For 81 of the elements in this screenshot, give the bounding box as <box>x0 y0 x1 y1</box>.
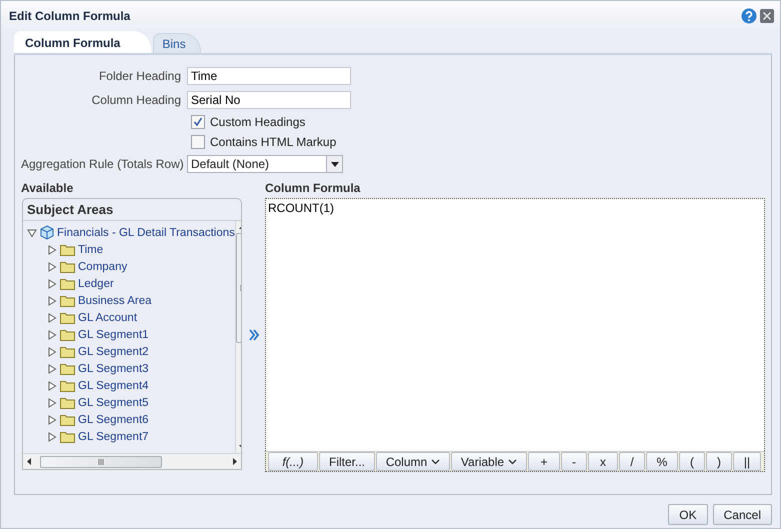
toolbar-button[interactable]: - <box>561 452 587 471</box>
checkbox[interactable] <box>191 135 205 149</box>
toolbar-button[interactable]: || <box>733 452 761 471</box>
folder-icon <box>60 346 75 358</box>
text-field[interactable]: Serial No <box>187 91 351 109</box>
text-field[interactable]: Time <box>187 67 351 85</box>
folder-icon <box>60 414 75 426</box>
toolbar-button[interactable]: Variable <box>451 452 527 471</box>
horizontal-scrollbar[interactable] <box>23 453 241 469</box>
collapsed-triangle-icon[interactable] <box>47 296 57 306</box>
toolbar-button[interactable]: Filter... <box>319 452 375 471</box>
close-icon[interactable] <box>760 9 774 23</box>
folder-icon <box>60 430 75 442</box>
folder-icon <box>60 362 75 374</box>
formula-editor[interactable]: RCOUNT(1) <box>265 198 765 451</box>
tree-item[interactable]: Financials - GL Detail Transactions <box>57 226 235 238</box>
collapsed-triangle-icon[interactable] <box>47 364 57 374</box>
tree-item[interactable]: Company <box>78 260 128 272</box>
collapsed-triangle-icon[interactable] <box>47 398 57 408</box>
folder-icon <box>60 278 75 290</box>
help-icon[interactable] <box>741 8 757 24</box>
tree-item[interactable]: GL Segment7 <box>78 430 149 442</box>
folder-icon <box>60 380 75 392</box>
tree-item[interactable]: GL Account <box>78 312 138 324</box>
collapsed-triangle-icon[interactable] <box>47 262 57 272</box>
scroll-right-icon[interactable] <box>232 458 238 465</box>
tree-item[interactable]: GL Segment3 <box>78 362 149 374</box>
double-chevron-icon[interactable] <box>249 328 259 340</box>
dialog-button[interactable]: Cancel <box>712 504 772 525</box>
tree-item[interactable]: Time <box>78 244 104 256</box>
cube-icon <box>40 225 54 240</box>
tree-item[interactable]: GL Segment5 <box>78 396 149 408</box>
scroll-left-icon[interactable] <box>26 458 32 465</box>
folder-icon <box>60 260 75 272</box>
dialog-button[interactable]: OK <box>668 504 708 525</box>
field-label: Column Heading <box>90 93 181 107</box>
toolbar-button[interactable]: / <box>619 452 645 471</box>
toolbar-button[interactable]: x <box>588 452 618 471</box>
tab[interactable]: Column Formula <box>14 31 152 53</box>
toolbar-button[interactable]: + <box>528 452 560 471</box>
folder-icon <box>60 244 75 256</box>
tree-item[interactable]: GL Segment2 <box>78 346 149 358</box>
folder-icon <box>60 312 75 324</box>
folder-icon <box>60 396 75 408</box>
section-heading: Column Formula <box>265 181 362 195</box>
dropdown[interactable]: Default (None) <box>187 155 343 173</box>
scrollbar-thumb[interactable] <box>40 456 162 468</box>
collapsed-triangle-icon[interactable] <box>47 312 57 322</box>
toolbar-button[interactable]: Column <box>376 452 450 471</box>
collapsed-triangle-icon[interactable] <box>47 414 57 424</box>
caret-icon <box>508 458 518 464</box>
checkbox-label: Contains HTML Markup <box>210 135 336 149</box>
expanded-triangle-icon[interactable] <box>27 228 37 238</box>
collapsed-triangle-icon[interactable] <box>47 244 57 254</box>
folder-icon <box>60 328 75 340</box>
toolbar-button[interactable]: f(...) <box>268 452 318 471</box>
collapsed-triangle-icon[interactable] <box>47 432 57 442</box>
field-label: Aggregation Rule (Totals Row) <box>21 157 181 171</box>
section-heading: Available <box>21 181 74 195</box>
tree-item[interactable]: GL Segment6 <box>78 414 149 426</box>
checkbox[interactable] <box>191 115 205 129</box>
grip-icon <box>98 458 104 464</box>
toolbar-button[interactable]: % <box>646 452 678 471</box>
toolbar-button[interactable]: ( <box>679 452 705 471</box>
tree-item[interactable]: GL Segment4 <box>78 380 149 392</box>
tree-item[interactable]: Ledger <box>78 278 114 290</box>
collapsed-triangle-icon[interactable] <box>47 346 57 356</box>
tab[interactable]: Bins <box>153 33 201 53</box>
toolbar-button[interactable]: ) <box>706 452 732 471</box>
caret-icon <box>431 458 440 464</box>
window-title: Edit Column Formula <box>9 9 130 23</box>
tree-item[interactable]: GL Segment1 <box>78 328 149 340</box>
checkbox-label: Custom Headings <box>210 115 306 129</box>
panel-title: Subject Areas <box>23 199 241 221</box>
field-label: Folder Heading <box>98 69 181 83</box>
folder-icon <box>60 294 75 306</box>
tree-item[interactable]: Business Area <box>78 294 152 306</box>
dropdown-arrow-icon <box>330 162 338 166</box>
collapsed-triangle-icon[interactable] <box>47 380 57 390</box>
collapsed-triangle-icon[interactable] <box>47 330 57 340</box>
collapsed-triangle-icon[interactable] <box>47 278 57 288</box>
